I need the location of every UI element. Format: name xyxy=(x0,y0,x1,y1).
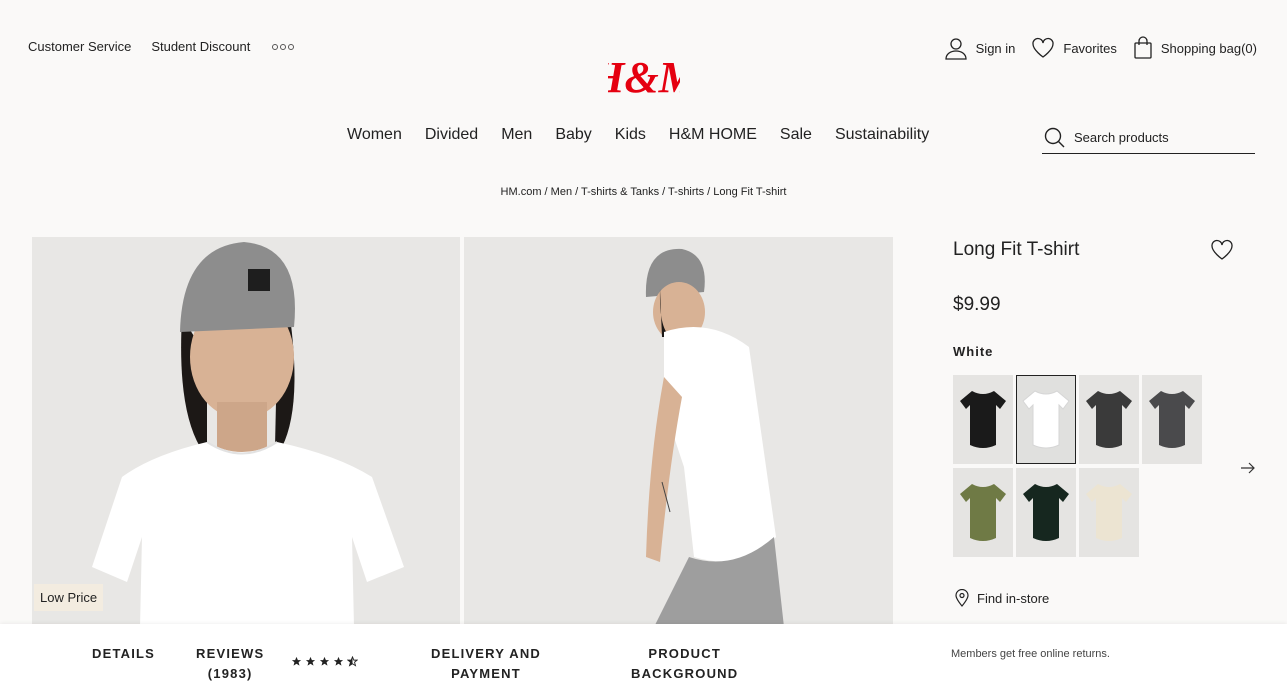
main-nav: Women Divided Men Baby Kids H&M HOME Sal… xyxy=(347,126,929,144)
tab-product-background[interactable]: PRODUCT BACKGROUND xyxy=(631,644,738,684)
rating-stars xyxy=(291,656,358,667)
tshirt-icon xyxy=(960,390,1006,448)
shopping-bag-link[interactable]: Shopping bag(0) xyxy=(1133,36,1257,60)
color-swatches xyxy=(953,375,1202,557)
tab-details[interactable]: DETAILS xyxy=(92,644,155,664)
sign-in-label: Sign in xyxy=(975,40,1016,56)
find-in-store-link[interactable]: Find in-store xyxy=(955,589,1049,607)
nav-item-divided[interactable]: Divided xyxy=(425,126,478,144)
breadcrumb[interactable]: HM.com / Men / T-shirts & Tanks / T-shir… xyxy=(0,186,1287,198)
shopping-bag-label: Shopping bag(0) xyxy=(1160,40,1257,56)
model-front-illustration xyxy=(32,237,460,627)
nav-item-baby[interactable]: Baby xyxy=(555,126,591,144)
model-side-illustration xyxy=(464,237,893,627)
low-price-badge: Low Price xyxy=(34,584,104,611)
search-icon[interactable] xyxy=(1044,127,1065,148)
student-discount-link[interactable]: Student Discount xyxy=(151,39,250,54)
nav-item-women[interactable]: Women xyxy=(347,126,402,144)
color-swatch-white[interactable] xyxy=(1016,375,1076,464)
add-to-favorites-heart-icon[interactable] xyxy=(1210,239,1234,261)
tshirt-icon xyxy=(1023,483,1069,541)
location-pin-icon xyxy=(955,589,969,607)
tab-reviews[interactable]: REVIEWS (1983) xyxy=(196,644,264,684)
favorites-link[interactable]: Favorites xyxy=(1031,37,1117,59)
star-icon xyxy=(305,656,316,666)
star-icon xyxy=(333,656,344,666)
star-icon xyxy=(291,656,302,666)
tshirt-icon xyxy=(1022,389,1070,448)
tshirt-icon xyxy=(1149,390,1195,448)
tab-reviews-label: REVIEWS xyxy=(196,646,265,661)
color-swatch-khaki-green[interactable] xyxy=(953,468,1013,557)
search-input[interactable] xyxy=(1074,130,1244,145)
tshirt-icon xyxy=(1086,390,1132,448)
tab-background-label-1: PRODUCT xyxy=(648,646,722,661)
color-swatch-dark-gray[interactable] xyxy=(1079,375,1139,464)
color-swatch-dark-green[interactable] xyxy=(1016,468,1076,557)
shopping-bag-icon xyxy=(1134,36,1152,59)
star-icon xyxy=(347,656,358,667)
account-links: Sign in Favorites Shopping bag(0) xyxy=(944,36,1257,60)
tshirt-icon xyxy=(960,483,1006,541)
search-bar xyxy=(1042,122,1255,154)
free-returns-note: Members get free online returns. xyxy=(951,648,1110,660)
swatches-next-arrow-icon[interactable] xyxy=(1240,460,1256,476)
tab-delivery-payment[interactable]: DELIVERY AND PAYMENT xyxy=(431,644,541,684)
more-dots-icon[interactable] xyxy=(272,43,295,50)
sign-in-link[interactable]: Sign in xyxy=(944,36,1016,60)
selected-color-name: White xyxy=(953,344,994,359)
nav-item-hm-home[interactable]: H&M HOME xyxy=(669,126,757,144)
nav-item-men[interactable]: Men xyxy=(501,126,532,144)
tab-background-label-2: BACKGROUND xyxy=(631,666,739,681)
nav-item-sustainability[interactable]: Sustainability xyxy=(835,126,929,144)
svg-text:H&M: H&M xyxy=(608,53,680,100)
top-left-links: Customer Service Student Discount xyxy=(28,39,295,54)
customer-service-link[interactable]: Customer Service xyxy=(28,39,131,54)
tab-delivery-label-1: DELIVERY AND xyxy=(431,646,541,661)
heart-icon xyxy=(1032,37,1055,58)
find-in-store-label: Find in-store xyxy=(977,590,1050,606)
nav-item-sale[interactable]: Sale xyxy=(780,126,812,144)
favorites-label: Favorites xyxy=(1063,40,1117,56)
product-image-side[interactable] xyxy=(464,237,893,627)
user-icon xyxy=(944,38,967,60)
tshirt-icon xyxy=(1086,483,1132,541)
product-title: Long Fit T-shirt xyxy=(953,239,1080,260)
tab-details-label: DETAILS xyxy=(92,646,156,661)
color-swatch-beige[interactable] xyxy=(1079,468,1139,557)
product-image-front[interactable] xyxy=(32,237,460,627)
product-price: $9.99 xyxy=(953,294,1001,315)
product-info-tabs: DETAILS REVIEWS (1983) DELIVERY AND PAYM… xyxy=(0,624,1287,684)
tab-delivery-label-2: PAYMENT xyxy=(451,666,521,681)
star-icon xyxy=(319,656,330,666)
tab-reviews-count: (1983) xyxy=(207,666,253,681)
color-swatch-black[interactable] xyxy=(953,375,1013,464)
hm-logo[interactable]: H&M xyxy=(608,50,680,100)
color-swatch-gray[interactable] xyxy=(1142,375,1202,464)
nav-item-kids[interactable]: Kids xyxy=(615,126,646,144)
